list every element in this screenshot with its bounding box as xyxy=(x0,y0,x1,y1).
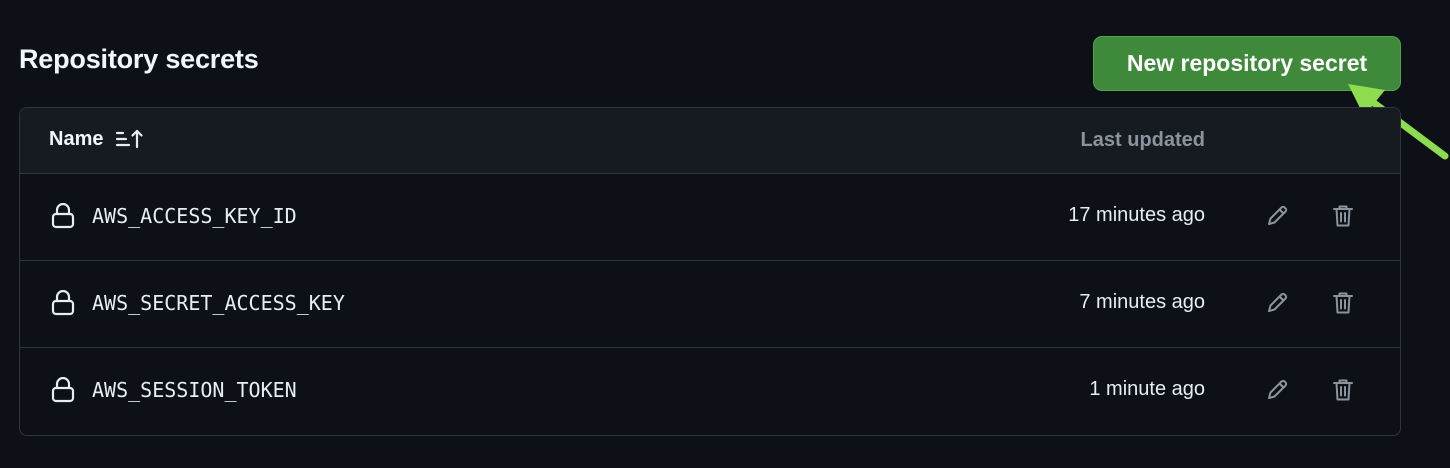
trash-icon xyxy=(1333,292,1353,314)
sort-ascending-icon xyxy=(116,129,144,149)
trash-icon xyxy=(1333,379,1353,401)
delete-secret-button[interactable] xyxy=(1326,373,1360,407)
secret-updated-time: 17 minutes ago xyxy=(1068,204,1205,226)
secret-name: AWS_SESSION_TOKEN xyxy=(92,378,297,402)
page-title: Repository secrets xyxy=(19,44,259,74)
edit-secret-button[interactable] xyxy=(1260,199,1294,233)
sort-by-name-button[interactable]: Name xyxy=(49,127,145,151)
secret-name: AWS_SECRET_ACCESS_KEY xyxy=(92,291,345,315)
pencil-icon xyxy=(1268,205,1288,225)
secret-updated-time: 7 minutes ago xyxy=(1079,291,1205,313)
edit-secret-button[interactable] xyxy=(1260,286,1294,320)
lock-icon xyxy=(51,203,75,229)
pencil-icon xyxy=(1268,292,1288,312)
pencil-icon xyxy=(1268,379,1288,399)
lock-icon xyxy=(51,377,75,403)
secret-updated-time: 1 minute ago xyxy=(1089,378,1205,400)
name-column-header: Name xyxy=(49,127,104,150)
table-row: AWS_ACCESS_KEY_ID 17 minutes ago xyxy=(20,174,1400,261)
delete-secret-button[interactable] xyxy=(1326,286,1360,320)
trash-icon xyxy=(1333,205,1353,227)
edit-secret-button[interactable] xyxy=(1260,373,1294,407)
secrets-page: Repository secrets New repository secret… xyxy=(0,0,1450,468)
delete-secret-button[interactable] xyxy=(1326,199,1360,233)
secret-name: AWS_ACCESS_KEY_ID xyxy=(92,204,297,228)
secrets-table: Name Last updated AWS_ACCESS_KEY_ID 17 m… xyxy=(19,107,1401,436)
table-row: AWS_SECRET_ACCESS_KEY 7 minutes ago xyxy=(20,261,1400,348)
last-updated-column-header: Last updated xyxy=(1080,129,1205,151)
table-header: Name Last updated xyxy=(20,108,1400,174)
table-row: AWS_SESSION_TOKEN 1 minute ago xyxy=(20,348,1400,435)
lock-icon xyxy=(51,290,75,316)
